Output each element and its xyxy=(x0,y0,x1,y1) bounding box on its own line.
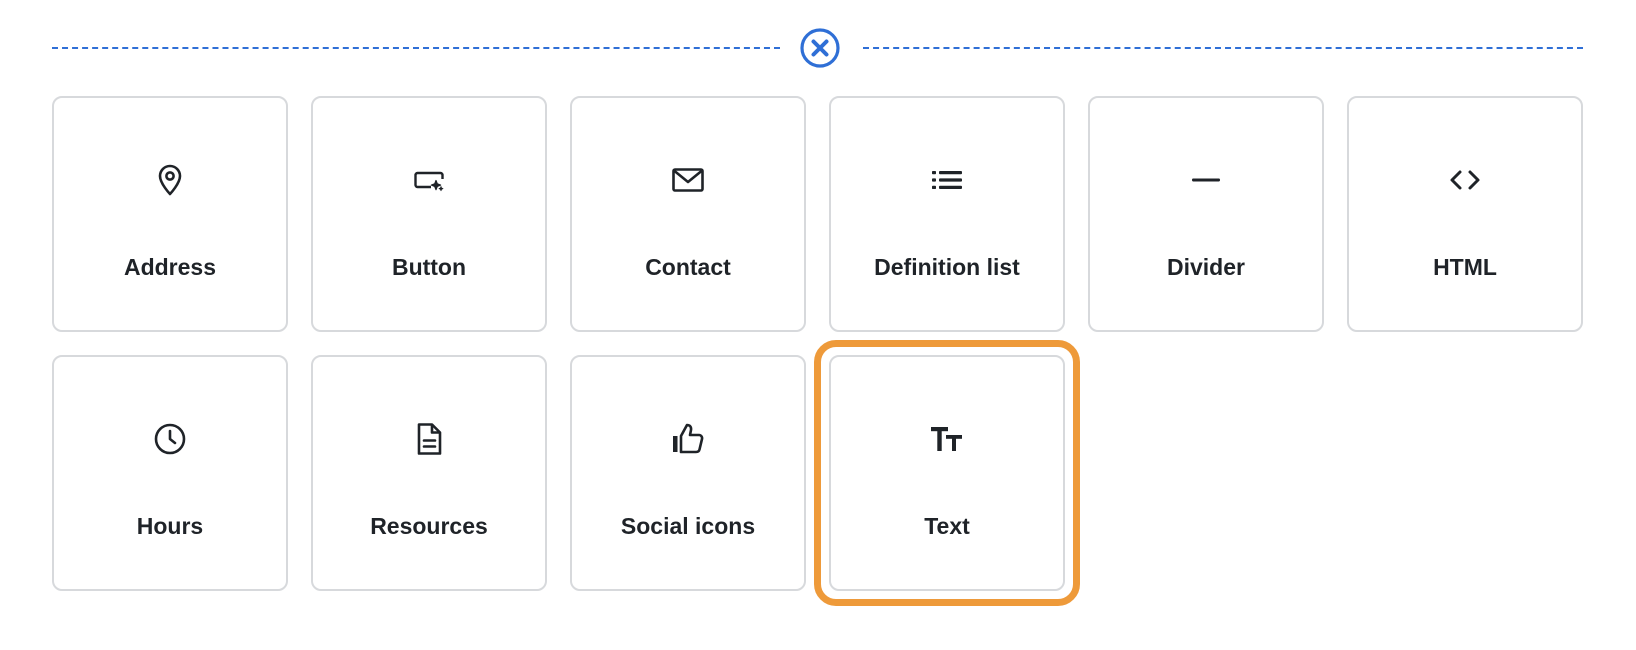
list-icon xyxy=(927,160,967,200)
thumbs-up-icon xyxy=(668,419,708,459)
block-tile-hours[interactable]: Hours xyxy=(52,355,288,591)
button-sparkle-icon xyxy=(409,160,449,200)
block-tile-definition-list[interactable]: Definition list xyxy=(829,96,1065,332)
block-tile-text[interactable]: Text xyxy=(814,340,1080,606)
block-tile-label: Hours xyxy=(136,513,204,539)
block-tile-label: Text xyxy=(924,513,970,539)
block-tile-label: Divider xyxy=(1167,254,1245,280)
block-tile-contact[interactable]: Contact xyxy=(570,96,806,332)
close-icon[interactable] xyxy=(799,27,841,69)
envelope-icon xyxy=(668,160,708,200)
text-size-icon xyxy=(927,419,967,459)
block-tile-button[interactable]: Button xyxy=(311,96,547,332)
block-tile-address[interactable]: Address xyxy=(52,96,288,332)
block-picker-grid: Address Button Contact Definition list D… xyxy=(52,96,1583,606)
insert-divider xyxy=(52,24,1583,72)
block-tile-label: Resources xyxy=(370,513,488,539)
horizontal-rule-icon xyxy=(1186,160,1226,200)
block-tile-label: Button xyxy=(391,254,467,280)
clock-icon xyxy=(150,419,190,459)
block-tile-divider[interactable]: Divider xyxy=(1088,96,1324,332)
block-tile-label: Address xyxy=(123,254,217,280)
block-tile-label: HTML xyxy=(1433,254,1497,280)
map-pin-icon xyxy=(150,160,190,200)
document-icon xyxy=(409,419,449,459)
dashed-line-right xyxy=(863,47,1583,49)
block-tile-social-icons[interactable]: Social icons xyxy=(570,355,806,591)
block-tile-label: Social icons xyxy=(620,513,756,539)
block-tile-resources[interactable]: Resources xyxy=(311,355,547,591)
code-brackets-icon xyxy=(1445,160,1485,200)
block-tile-label: Contact xyxy=(645,254,731,280)
block-tile-label: Definition list xyxy=(874,254,1020,280)
dashed-line-left xyxy=(52,47,780,49)
block-tile-html[interactable]: HTML xyxy=(1347,96,1583,332)
